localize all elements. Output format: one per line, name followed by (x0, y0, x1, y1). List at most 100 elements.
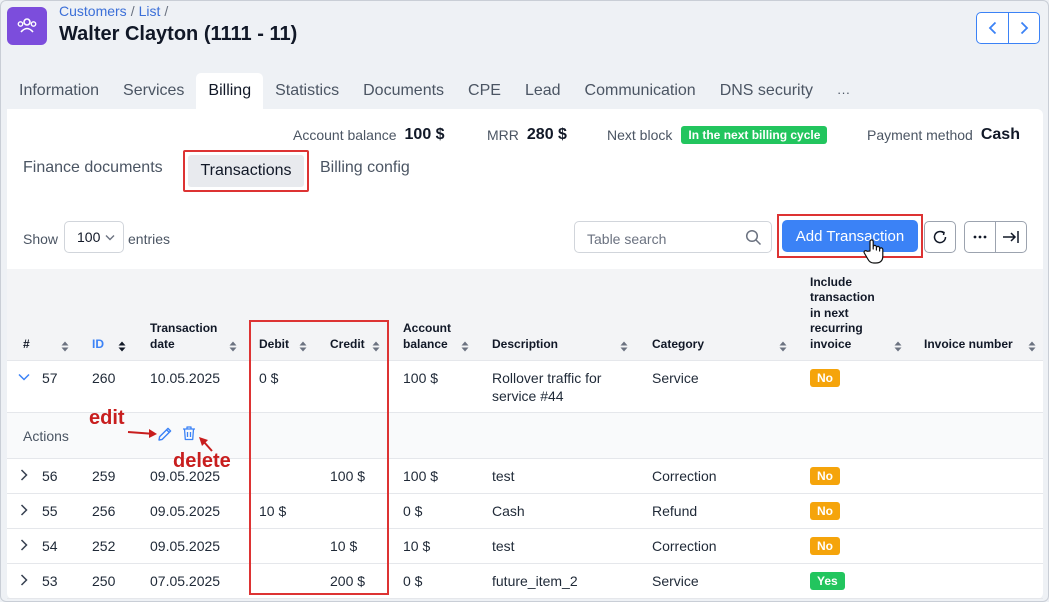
table-row[interactable]: 55 256 09.05.2025 10 $0 $ Cash Refund No (7, 494, 1043, 529)
cell-balance: 0 $ (403, 573, 423, 589)
col-invoice-number[interactable]: Invoice number (924, 337, 1013, 353)
subtab-transactions[interactable]: Transactions (188, 155, 304, 187)
show-label: Show (23, 231, 59, 247)
cell-category: Refund (652, 503, 698, 519)
record-navigation (976, 12, 1040, 44)
col-account-balance[interactable]: Account balance (403, 321, 463, 352)
sort-icon[interactable] (620, 341, 628, 352)
chevron-right-icon[interactable] (17, 468, 31, 482)
cell-balance: 100 $ (403, 370, 439, 386)
sort-icon[interactable] (461, 341, 469, 352)
table-row[interactable]: 53 250 07.05.2025 200 $0 $ future_item_2 Serv… (7, 564, 1043, 599)
include-badge: No (810, 537, 840, 555)
chevron-down-icon (105, 235, 115, 241)
col-description[interactable]: Description (492, 337, 558, 353)
table-options-group (964, 221, 1027, 253)
col-number[interactable]: # (23, 337, 30, 353)
cell-date: 09.05.2025 (150, 538, 221, 554)
include-badge: No (810, 467, 840, 485)
sort-icon[interactable] (1028, 341, 1036, 352)
chevron-right-icon[interactable] (17, 573, 31, 587)
col-include-in-invoice[interactable]: Include transaction in next recurring in… (810, 275, 886, 353)
next-record-button[interactable] (1008, 13, 1039, 43)
chevron-right-icon[interactable] (17, 503, 31, 517)
cell-description: Rollover traffic for service #44 (492, 370, 602, 404)
add-transaction-highlight: Add Transaction (777, 214, 923, 264)
chevron-right-icon (1020, 21, 1029, 35)
chevron-right-icon[interactable] (17, 538, 31, 552)
sort-icon[interactable] (894, 341, 902, 352)
mrr-summary: MRR 280 $ (487, 126, 567, 144)
cell-description: Cash (492, 503, 525, 519)
sort-icon[interactable] (779, 341, 787, 352)
cell-description: test (492, 538, 515, 554)
refresh-button[interactable] (924, 221, 956, 253)
subtab-transactions-highlight: Transactions (183, 150, 309, 192)
tab-lead[interactable]: Lead (513, 73, 573, 109)
annotation-arrows (127, 429, 213, 452)
subtab-finance-documents[interactable]: Finance documents (23, 159, 163, 177)
tab-communication[interactable]: Communication (573, 73, 708, 109)
export-button[interactable] (996, 222, 1026, 252)
add-transaction-button[interactable]: Add Transaction (782, 220, 918, 252)
cell-description: future_item_2 (492, 573, 578, 589)
tab-documents[interactable]: Documents (351, 73, 456, 109)
cell-category: Correction (652, 468, 717, 484)
chevron-left-icon (988, 21, 996, 35)
table-row[interactable]: 57 260 10.05.2025 0 $100 $ Rollover traffic … (7, 361, 1043, 413)
account-balance-value: 100 $ (404, 126, 445, 143)
entries-label: entries (128, 231, 171, 247)
entries-value: 100 (77, 229, 101, 245)
chevron-down-icon[interactable] (17, 370, 31, 384)
cell-num: 56 (42, 468, 58, 484)
debit-credit-highlight (249, 320, 389, 595)
cell-balance: 100 $ (403, 468, 439, 484)
entries-select[interactable]: 100 (64, 221, 124, 253)
cell-id: 250 (92, 573, 116, 589)
tab-statistics[interactable]: Statistics (263, 73, 351, 109)
col-id[interactable]: ID (92, 337, 104, 353)
cell-balance: 0 $ (403, 503, 423, 519)
more-options-button[interactable] (965, 222, 996, 252)
tab-billing[interactable]: Billing (196, 73, 264, 109)
cell-id: 260 (92, 370, 116, 386)
subtab-billing-config[interactable]: Billing config (320, 159, 410, 177)
cell-id: 259 (92, 468, 116, 484)
include-badge: No (810, 502, 840, 520)
breadcrumb-customers[interactable]: Customers (59, 3, 127, 19)
previous-record-button[interactable] (977, 13, 1008, 43)
cell-date: 07.05.2025 (150, 573, 221, 589)
search-placeholder: Table search (587, 231, 667, 247)
tab-dns-security[interactable]: DNS security (708, 73, 825, 109)
table-header: # ID Transaction date Debit Credit Accou… (7, 269, 1043, 361)
payment-method-summary: Payment method Cash (867, 126, 1020, 144)
col-category[interactable]: Category (652, 337, 704, 353)
tab-information[interactable]: Information (7, 73, 111, 109)
include-badge: Yes (810, 572, 845, 590)
cell-num: 55 (42, 503, 58, 519)
cell-balance: 10 $ (403, 538, 431, 554)
sort-icon[interactable] (118, 341, 126, 352)
payment-method-value: Cash (980, 126, 1020, 143)
search-icon (745, 229, 762, 246)
mrr-label: MRR (487, 127, 519, 143)
next-block-badge: In the next billing cycle (681, 126, 828, 144)
cell-num: 53 (42, 573, 58, 589)
col-transaction-date[interactable]: Transaction date (150, 321, 226, 352)
tab-cpe[interactable]: CPE (456, 73, 513, 109)
tab-more[interactable]: ··· (825, 73, 862, 109)
table-search-input[interactable]: Table search (574, 221, 772, 253)
table-row[interactable]: 54 252 09.05.2025 10 $10 $ test Correction No (7, 529, 1043, 564)
table-row[interactable]: 56 259 09.05.2025 100 $100 $ test Correction N… (7, 459, 1043, 494)
cell-category: Service (652, 573, 699, 589)
next-block-summary: Next block In the next billing cycle (607, 126, 828, 144)
breadcrumb-list[interactable]: List (139, 3, 161, 19)
ellipsis-icon (973, 235, 987, 239)
sort-icon[interactable] (229, 341, 237, 352)
cell-num: 54 (42, 538, 58, 554)
mrr-value: 280 $ (526, 126, 567, 143)
customers-app-icon[interactable] (7, 7, 47, 45)
tab-services[interactable]: Services (111, 73, 196, 109)
breadcrumb: Customers / List / (59, 3, 169, 19)
sort-icon[interactable] (61, 341, 69, 352)
